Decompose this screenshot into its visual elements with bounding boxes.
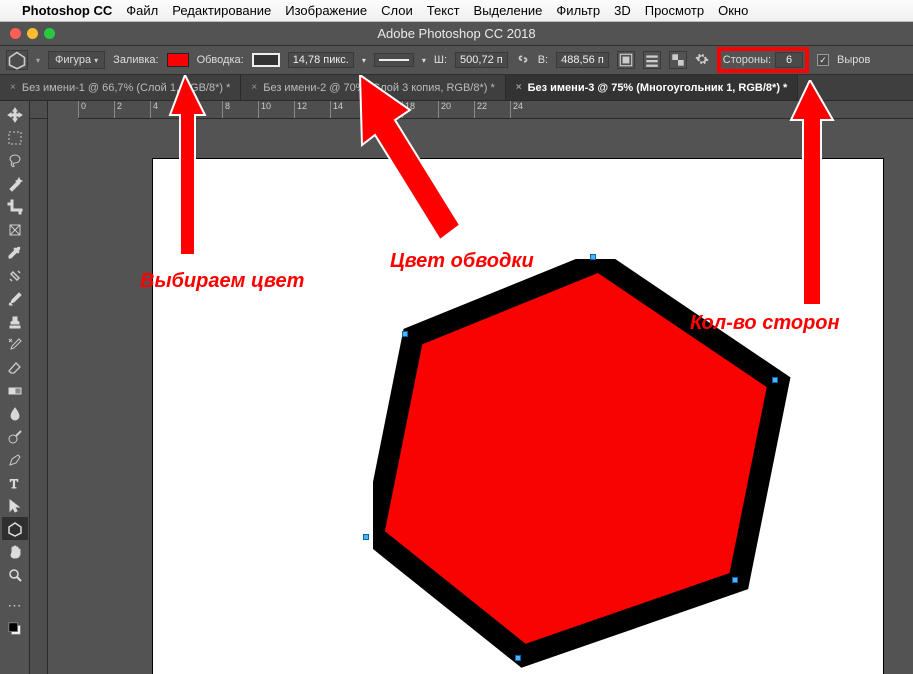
move-tool-icon[interactable] <box>2 103 28 126</box>
doc-tab-3[interactable]: × Без имени-3 @ 75% (Многоугольник 1, RG… <box>506 75 799 100</box>
height-label: В: <box>538 54 548 66</box>
eyedropper-tool-icon[interactable] <box>2 241 28 264</box>
transform-handle[interactable] <box>515 655 521 661</box>
link-icon[interactable] <box>516 52 530 69</box>
sides-input[interactable]: 6 <box>775 52 803 68</box>
menu-filter[interactable]: Фильтр <box>556 3 600 18</box>
transform-handle[interactable] <box>402 331 408 337</box>
document-canvas[interactable] <box>153 159 883 674</box>
shape-tool-icon[interactable] <box>2 517 28 540</box>
transform-handle[interactable] <box>732 577 738 583</box>
ruler-vertical <box>30 101 48 674</box>
menu-layers[interactable]: Слои <box>381 3 413 18</box>
doc-tab-label: Без имени-2 @ 70% (Слой 3 копия, RGB/8*)… <box>263 82 495 94</box>
transform-handle[interactable] <box>590 254 596 260</box>
gear-icon[interactable] <box>695 52 709 69</box>
fill-color-swatch[interactable] <box>167 53 189 67</box>
crop-tool-icon[interactable] <box>2 195 28 218</box>
fill-label: Заливка: <box>113 54 158 66</box>
mac-menubar[interactable]: Photoshop CC Файл Редактирование Изображ… <box>0 0 913 22</box>
align-edges-label: Выров <box>837 54 870 66</box>
height-input[interactable]: 488,56 п <box>556 52 609 68</box>
menu-file[interactable]: Файл <box>126 3 158 18</box>
options-bar: ▾ Фигура ▾ Заливка: Обводка: 14,78 пикс.… <box>0 45 913 75</box>
tools-panel: T ⋯ <box>0 101 30 674</box>
zoom-tool-icon[interactable] <box>2 563 28 586</box>
history-brush-tool-icon[interactable] <box>2 333 28 356</box>
stroke-label: Обводка: <box>197 54 244 66</box>
path-select-tool-icon[interactable] <box>2 494 28 517</box>
window-title: Adobe Photoshop CC 2018 <box>0 26 913 41</box>
stamp-tool-icon[interactable] <box>2 310 28 333</box>
more-tools-icon[interactable]: ⋯ <box>2 594 28 617</box>
wand-tool-icon[interactable] <box>2 172 28 195</box>
stroke-color-swatch[interactable] <box>252 53 280 67</box>
annotation-stroke-color: Цвет обводки <box>390 250 534 273</box>
menu-view[interactable]: Просмотр <box>645 3 704 18</box>
dodge-tool-icon[interactable] <box>2 425 28 448</box>
transform-handle[interactable] <box>363 534 369 540</box>
close-icon[interactable]: × <box>10 82 16 93</box>
path-options-icon[interactable] <box>669 51 687 69</box>
hand-tool-icon[interactable] <box>2 540 28 563</box>
menu-window[interactable]: Окно <box>718 3 748 18</box>
annotation-sides-count: Кол-во сторон <box>690 312 840 335</box>
stroke-style-dropdown[interactable] <box>374 53 414 67</box>
ruler-horizontal: 02 46 810 1214 1618 2022 24 <box>78 101 913 118</box>
chevron-down-icon[interactable]: ▾ <box>362 56 366 65</box>
align-edges-checkbox[interactable]: ✓ <box>817 54 829 66</box>
doc-tab-2[interactable]: × Без имени-2 @ 70% (Слой 3 копия, RGB/8… <box>241 75 505 100</box>
current-tool-icon[interactable] <box>6 50 28 70</box>
brush-tool-icon[interactable] <box>2 287 28 310</box>
doc-tab-1[interactable]: × Без имени-1 @ 66,7% (Слой 1, RGB/8*) * <box>0 75 241 100</box>
path-align-icon[interactable] <box>617 51 635 69</box>
doc-tab-label: Без имени-1 @ 66,7% (Слой 1, RGB/8*) * <box>22 82 231 94</box>
chevron-down-icon[interactable]: ▾ <box>422 56 426 65</box>
canvas-area: 02 46 810 1214 1618 2022 24 <box>30 101 913 674</box>
svg-text:T: T <box>10 476 18 491</box>
document-tabs: × Без имени-1 @ 66,7% (Слой 1, RGB/8*) *… <box>0 75 913 101</box>
chevron-down-icon: ▾ <box>94 56 98 65</box>
healing-tool-icon[interactable] <box>2 264 28 287</box>
width-input[interactable]: 500,72 п <box>455 52 508 68</box>
close-icon[interactable]: × <box>251 82 257 93</box>
foreground-background-colors[interactable] <box>2 617 28 640</box>
app-name[interactable]: Photoshop CC <box>22 3 112 18</box>
pen-tool-icon[interactable] <box>2 448 28 471</box>
width-label: Ш: <box>434 54 447 66</box>
menu-image[interactable]: Изображение <box>285 3 367 18</box>
marquee-tool-icon[interactable] <box>2 126 28 149</box>
menu-select[interactable]: Выделение <box>474 3 543 18</box>
window-titlebar: Adobe Photoshop CC 2018 <box>0 22 913 45</box>
menu-3d[interactable]: 3D <box>614 3 631 18</box>
shape-mode-dropdown[interactable]: Фигура ▾ <box>48 51 105 69</box>
menu-edit[interactable]: Редактирование <box>172 3 271 18</box>
path-arrange-icon[interactable] <box>643 51 661 69</box>
stroke-width-input[interactable]: 14,78 пикс. <box>288 52 354 68</box>
frame-tool-icon[interactable] <box>2 218 28 241</box>
lasso-tool-icon[interactable] <box>2 149 28 172</box>
ruler-origin[interactable] <box>30 101 48 119</box>
blur-tool-icon[interactable] <box>2 402 28 425</box>
sides-label: Стороны: <box>723 54 771 66</box>
type-tool-icon[interactable]: T <box>2 471 28 494</box>
shape-mode-label: Фигура <box>55 54 91 66</box>
sides-control-highlight: Стороны: 6 <box>717 47 809 73</box>
doc-tab-label: Без имени-3 @ 75% (Многоугольник 1, RGB/… <box>528 82 788 94</box>
gradient-tool-icon[interactable] <box>2 379 28 402</box>
close-icon[interactable]: × <box>516 82 522 93</box>
menu-text[interactable]: Текст <box>427 3 460 18</box>
annotation-fill-color: Выбираем цвет <box>140 270 304 293</box>
eraser-tool-icon[interactable] <box>2 356 28 379</box>
transform-handle[interactable] <box>772 377 778 383</box>
